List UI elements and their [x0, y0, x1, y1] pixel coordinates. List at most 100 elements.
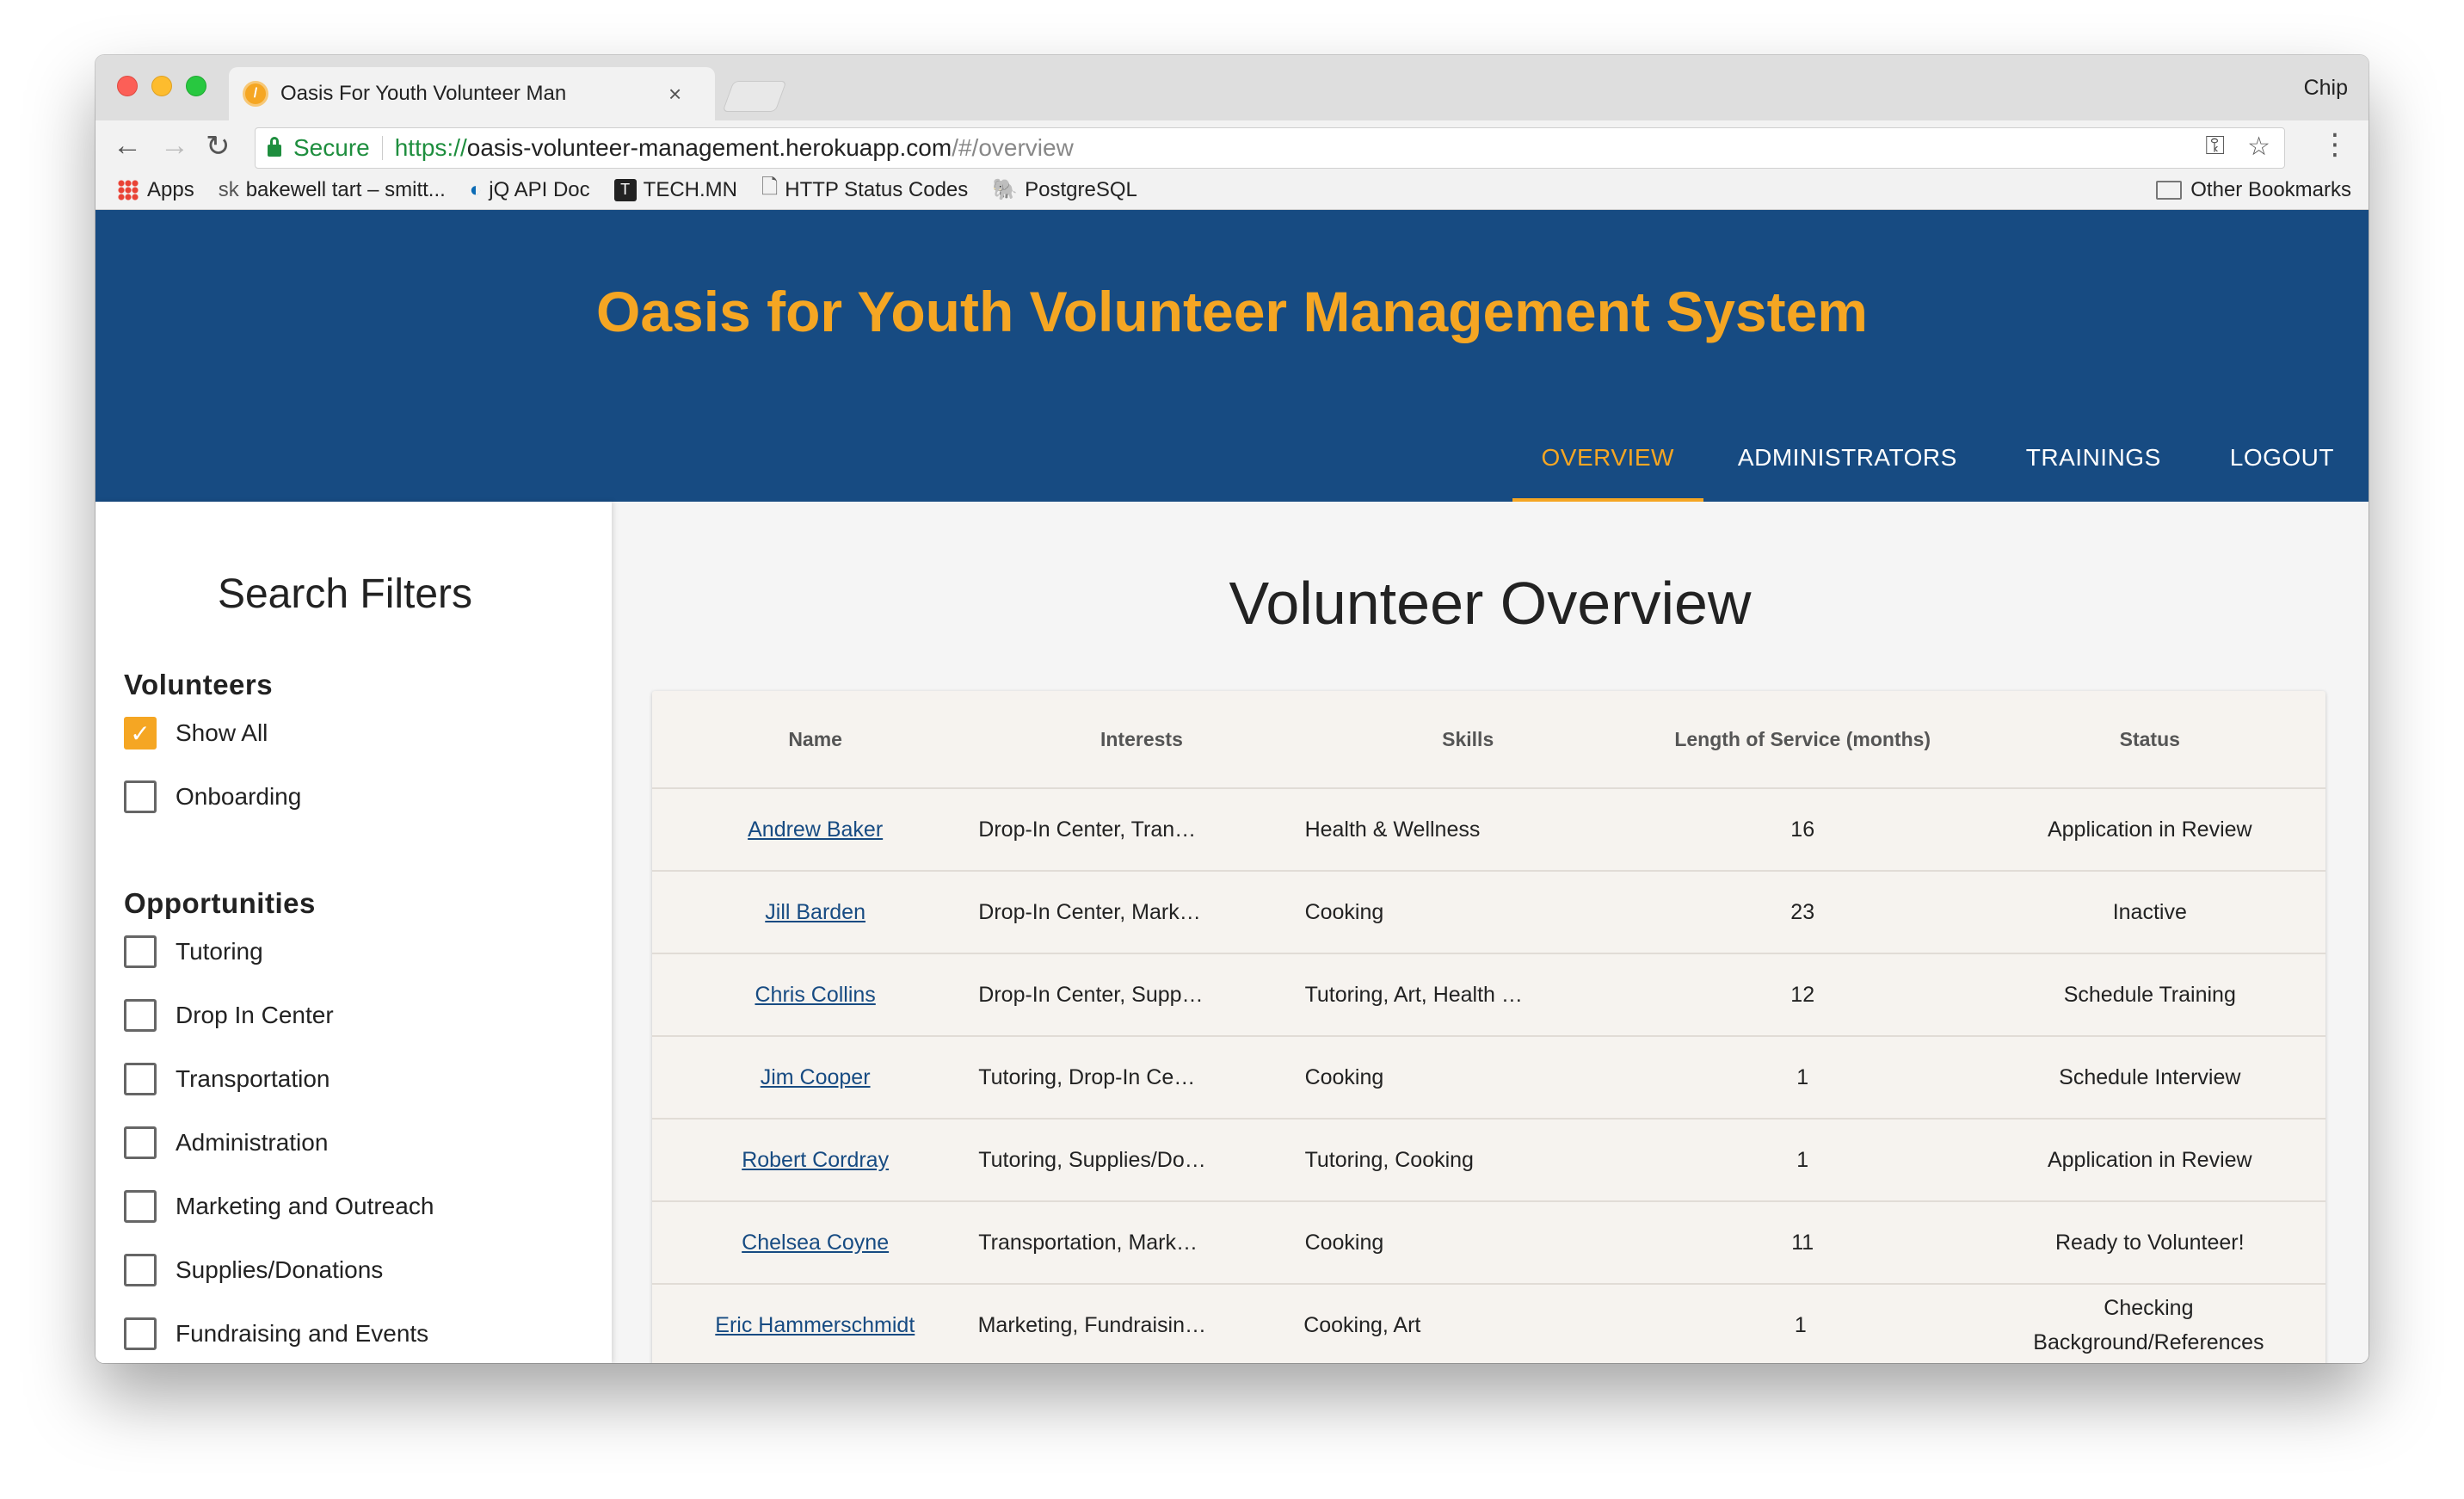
techmn-icon: T	[613, 178, 637, 201]
filter-label: Onboarding	[176, 783, 302, 810]
length-cell: 11	[1791, 1230, 1814, 1255]
filter-administration[interactable]: Administration	[124, 1126, 328, 1159]
checkbox-icon[interactable]	[124, 935, 157, 968]
close-window-button[interactable]	[117, 76, 138, 96]
bookmark-label: TECH.MN	[643, 177, 737, 201]
filter-label: Transportation	[176, 1065, 330, 1092]
table-header: Name Interests Skills Length of Service …	[652, 691, 2325, 789]
checkbox-icon[interactable]	[124, 1190, 157, 1223]
browser-tab[interactable]: / Oasis For Youth Volunteer Man ×	[229, 67, 715, 120]
bookmark-bakewell[interactable]: sk bakewell tart – smitt...	[219, 178, 446, 202]
secure-label: Secure	[293, 134, 370, 161]
skills-cell: Tutoring, Cooking	[1304, 1147, 1474, 1172]
new-tab-button[interactable]	[722, 81, 787, 112]
maximize-window-button[interactable]	[186, 76, 206, 96]
volunteer-name-link[interactable]: Chris Collins	[755, 983, 875, 1007]
table-row: Jim Cooper Tutoring, Drop-In Ce… Cooking…	[652, 1037, 2325, 1120]
column-header-length[interactable]: Length of Service (months)	[1631, 728, 1974, 751]
volunteer-name-link[interactable]: Andrew Baker	[748, 817, 883, 842]
favicon-icon: /	[243, 81, 268, 107]
status-cell: Schedule Training	[2063, 982, 2236, 1007]
filter-transportation[interactable]: Transportation	[124, 1063, 330, 1095]
bookmark-techmn[interactable]: T TECH.MN	[613, 177, 737, 202]
nav-administrators[interactable]: ADMINISTRATORS	[1703, 434, 1992, 502]
interests-cell: Drop-In Center, Mark…	[978, 899, 1201, 924]
volunteer-name-link[interactable]: Jill Barden	[765, 900, 865, 924]
table-row: Robert Cordray Tutoring, Supplies/Do… Tu…	[652, 1120, 2325, 1202]
column-header-interests[interactable]: Interests	[978, 728, 1304, 751]
site-title: Oasis for Youth Volunteer Management Sys…	[595, 280, 1868, 343]
column-header-skills[interactable]: Skills	[1305, 728, 1631, 751]
bookmark-apps[interactable]: Apps	[118, 178, 194, 202]
filter-label: Fundraising and Events	[176, 1320, 429, 1347]
interests-cell: Marketing, Fundraisin…	[977, 1312, 1206, 1337]
browser-menu-icon[interactable]: ⋮	[2320, 127, 2350, 162]
volunteer-name-link[interactable]: Robert Cordray	[742, 1148, 889, 1172]
filter-tutoring[interactable]: Tutoring	[124, 935, 263, 968]
filter-onboarding[interactable]: Onboarding	[124, 780, 301, 813]
reload-icon[interactable]: ↻	[206, 129, 231, 163]
skills-cell: Cooking, Art	[1303, 1312, 1421, 1337]
checkbox-icon[interactable]	[124, 1317, 157, 1350]
status-cell: Inactive	[2112, 899, 2187, 924]
column-header-name[interactable]: Name	[652, 728, 978, 751]
nav-logout[interactable]: LOGOUT	[2196, 434, 2369, 502]
back-icon[interactable]: ←	[113, 129, 142, 163]
bookmark-postgresql[interactable]: 🐘 PostgreSQL	[992, 177, 1137, 202]
opportunities-heading: Opportunities	[124, 887, 316, 919]
checkbox-icon[interactable]	[124, 780, 157, 813]
filter-marketing-outreach[interactable]: Marketing and Outreach	[124, 1190, 434, 1223]
bookmark-label: Apps	[147, 177, 194, 201]
filter-label: Tutoring	[176, 938, 263, 965]
bookmark-label: HTTP Status Codes	[785, 177, 969, 201]
interests-cell: Drop-In Center, Tran…	[978, 817, 1197, 842]
checkbox-checked-icon[interactable]: ✓	[124, 717, 157, 750]
table-row: Jill Barden Drop-In Center, Mark… Cookin…	[652, 872, 2325, 954]
page-content: Oasis for Youth Volunteer Management Sys…	[95, 210, 2369, 1363]
filter-label: Show All	[176, 719, 268, 746]
checkbox-icon[interactable]	[124, 999, 157, 1032]
filter-show-all[interactable]: ✓ Show All	[124, 717, 268, 750]
length-cell: 12	[1790, 982, 1815, 1007]
volunteers-heading: Volunteers	[124, 669, 274, 700]
folder-icon	[2156, 180, 2183, 200]
volunteer-name-link[interactable]: Jim Cooper	[761, 1065, 871, 1089]
lock-icon	[268, 137, 281, 157]
volunteer-name-link[interactable]: Eric Hammerschmidt	[715, 1313, 915, 1337]
bookmark-jquery[interactable]: ◐ jQ API Doc	[470, 178, 590, 202]
column-header-status[interactable]: Status	[1974, 728, 2325, 751]
filter-fundraising-events[interactable]: Fundraising and Events	[124, 1317, 428, 1350]
interests-cell: Transportation, Mark…	[978, 1230, 1198, 1255]
filter-drop-in-center[interactable]: Drop In Center	[124, 999, 334, 1032]
page-title: Volunteer Overview	[1229, 570, 1752, 637]
site-header: Oasis for Youth Volunteer Management Sys…	[95, 210, 2369, 502]
status-cell: Schedule Interview	[2059, 1064, 2241, 1089]
bookmark-http-status[interactable]: 🗋 HTTP Status Codes	[761, 172, 968, 207]
volunteer-name-link[interactable]: Chelsea Coyne	[742, 1231, 889, 1255]
postgresql-icon: 🐘	[992, 178, 1019, 201]
interests-cell: Drop-In Center, Supp…	[978, 982, 1204, 1007]
forward-icon[interactable]: →	[160, 129, 189, 163]
tab-close-icon[interactable]: ×	[668, 81, 681, 108]
other-bookmarks[interactable]: Other Bookmarks	[2156, 178, 2351, 202]
table-row: Chelsea Coyne Transportation, Mark… Cook…	[652, 1202, 2325, 1285]
table-row: Chris Collins Drop-In Center, Supp… Tuto…	[652, 954, 2325, 1037]
minimize-window-button[interactable]	[151, 76, 172, 96]
address-bar[interactable]: Secure https:// oasis-volunteer-manageme…	[255, 127, 2285, 169]
checkbox-icon[interactable]	[124, 1126, 157, 1159]
skills-cell: Cooking	[1304, 1230, 1384, 1255]
nav-trainings[interactable]: TRAININGS	[1992, 434, 2196, 502]
url-path: /#/overview	[952, 134, 1074, 161]
title-bar: / Oasis For Youth Volunteer Man × Chip	[95, 55, 2369, 120]
bookmark-star-icon[interactable]: ☆	[2247, 132, 2270, 162]
filter-supplies-donations[interactable]: Supplies/Donations	[124, 1254, 383, 1286]
key-icon[interactable]: ⚿	[2205, 132, 2225, 162]
profile-name[interactable]: Chip	[2304, 76, 2348, 101]
nav-overview[interactable]: OVERVIEW	[1512, 434, 1703, 502]
interests-cell: Tutoring, Drop-In Ce…	[978, 1064, 1196, 1089]
bookmark-label: jQ API Doc	[489, 177, 590, 201]
table-row: Andrew Baker Drop-In Center, Tran… Healt…	[652, 789, 2325, 872]
checkbox-icon[interactable]	[124, 1063, 157, 1095]
checkbox-icon[interactable]	[124, 1254, 157, 1286]
status-cell: Checking Background/References	[2033, 1296, 2264, 1354]
